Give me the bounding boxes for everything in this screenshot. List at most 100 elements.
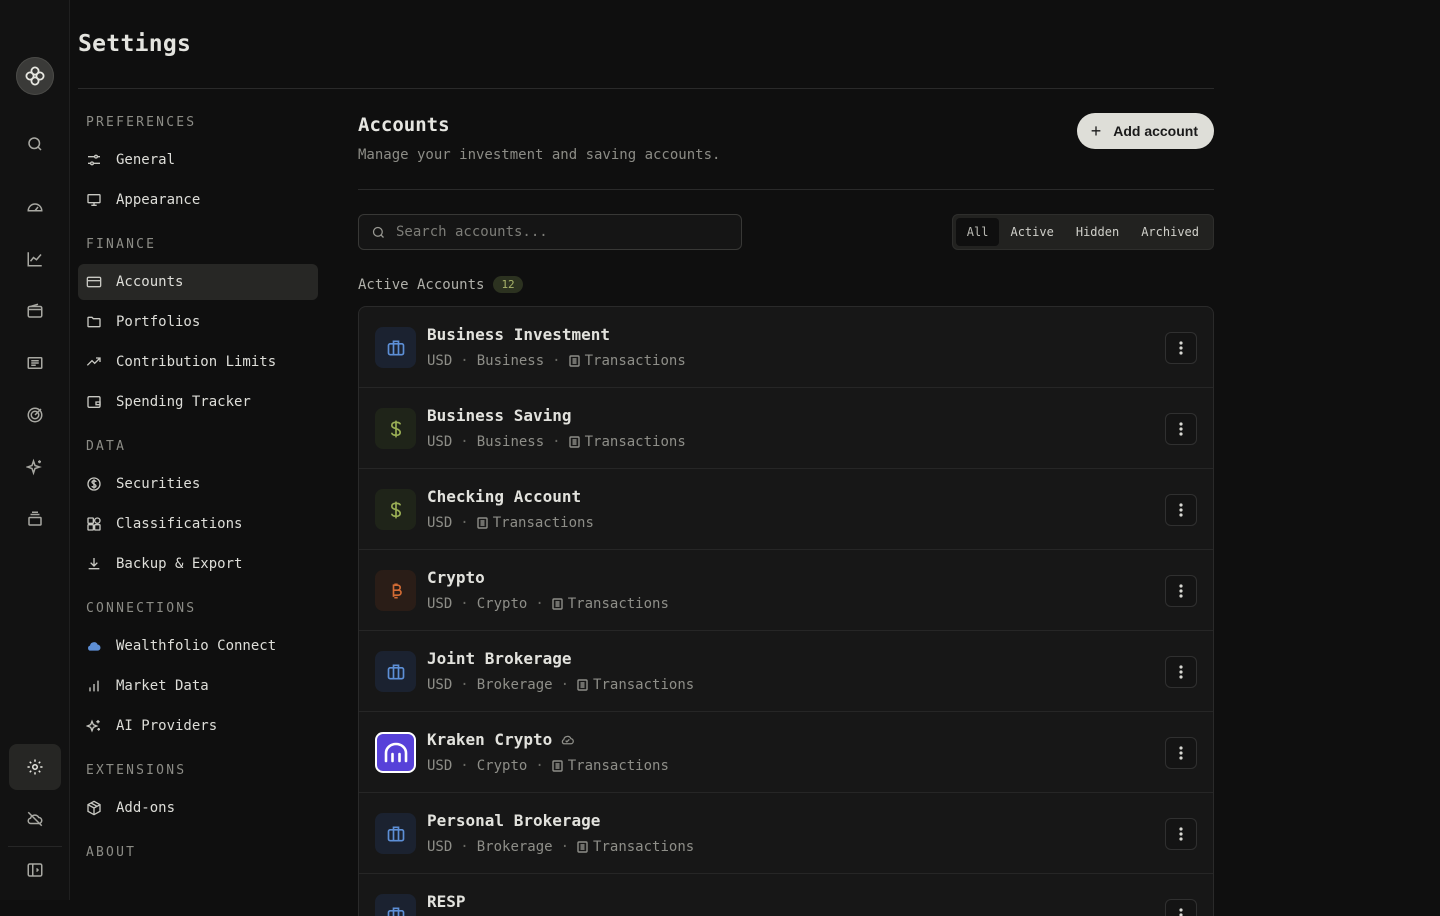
list-title: Active Accounts (358, 276, 485, 293)
rail-search-button[interactable] (9, 121, 61, 167)
nav-section-preferences: PREFERENCES (86, 115, 197, 130)
more-vertical-icon (1179, 341, 1183, 355)
settings-nav: PREFERENCES General Appearance FINANCE A… (78, 104, 318, 872)
nav-item-ai-providers[interactable]: AI Providers (78, 708, 318, 744)
rail-ai-button[interactable] (9, 444, 61, 490)
nav-section-finance: FINANCE (86, 237, 157, 252)
briefcase-icon (375, 651, 416, 692)
filter-hidden[interactable]: Hidden (1065, 218, 1130, 246)
more-options-button[interactable] (1165, 575, 1197, 607)
transactions-icon (552, 598, 563, 610)
more-options-button[interactable] (1165, 413, 1197, 445)
folder-icon (86, 314, 102, 330)
transactions-icon (568, 355, 580, 367)
rail-sidebar-toggle[interactable] (9, 847, 61, 893)
transactions-icon (577, 679, 588, 691)
separator-dot: · (460, 596, 469, 612)
account-row[interactable]: RESP (359, 874, 1213, 916)
rail-dashboard-button[interactable] (9, 184, 61, 230)
filter-active[interactable]: Active (999, 218, 1064, 246)
transactions-link[interactable]: Transactions (493, 515, 594, 531)
nav-item-spending-tracker[interactable]: Spending Tracker (78, 384, 318, 420)
more-options-button[interactable] (1165, 332, 1197, 364)
account-row[interactable]: Checking Account USD · Transactions (359, 469, 1213, 550)
more-options-button[interactable] (1165, 656, 1197, 688)
rail-settings-button[interactable] (9, 744, 61, 790)
more-options-button[interactable] (1165, 818, 1197, 850)
monitor-icon (86, 192, 102, 208)
separator-dot: · (560, 839, 570, 855)
account-meta: USD · Brokerage · Transactions (427, 839, 694, 855)
rail-wallet-button[interactable] (9, 288, 61, 334)
nav-item-add-ons[interactable]: Add-ons (78, 790, 318, 826)
nav-item-label: Securities (116, 476, 201, 492)
nav-item-securities[interactable]: Securities (78, 466, 318, 502)
filter-archived[interactable]: Archived (1130, 218, 1210, 246)
more-options-button[interactable] (1165, 737, 1197, 769)
account-meta: USD · Business · Transactions (427, 434, 686, 450)
account-row[interactable]: Business Saving USD · Business · Transac… (359, 388, 1213, 469)
nav-item-market-data[interactable]: Market Data (78, 668, 318, 704)
nav-item-label: Classifications (116, 516, 243, 532)
account-row[interactable]: Business Investment USD · Business · Tra… (359, 307, 1213, 388)
cloud-sync-icon (562, 735, 575, 744)
bitcoin-icon (375, 570, 416, 611)
account-row[interactable]: Joint Brokerage USD · Brokerage · Transa… (359, 631, 1213, 712)
transactions-link[interactable]: Transactions (593, 839, 694, 855)
dollar-circle-icon (86, 476, 102, 492)
rail-performance-button[interactable] (9, 236, 61, 282)
account-row[interactable]: Crypto USD · Crypto · Transactions (359, 550, 1213, 631)
add-account-button[interactable]: + Add account (1076, 113, 1214, 149)
card-icon (86, 274, 102, 290)
nav-item-appearance[interactable]: Appearance (78, 182, 318, 218)
transactions-icon (477, 517, 488, 529)
nav-item-backup-export[interactable]: Backup & Export (78, 546, 318, 582)
receipt-wallet-icon (86, 394, 102, 410)
rail-goals-button[interactable] (9, 392, 61, 438)
nav-section-about: ABOUT (86, 845, 137, 860)
rail-stack-button[interactable] (9, 496, 61, 542)
performance-icon (27, 252, 42, 267)
account-group: Brokerage (476, 677, 553, 693)
nav-item-general[interactable]: General (78, 142, 318, 178)
transactions-link[interactable]: Transactions (568, 596, 669, 612)
nav-item-accounts[interactable]: Accounts (78, 264, 318, 300)
transactions-link[interactable]: Transactions (568, 758, 669, 774)
separator-dot: · (460, 758, 469, 774)
search-icon (372, 226, 384, 238)
account-currency: USD (427, 353, 453, 369)
account-row[interactable]: Kraken Crypto USD · Crypto · Transaction… (359, 712, 1213, 793)
nav-item-portfolios[interactable]: Portfolios (78, 304, 318, 340)
nav-item-contribution-limits[interactable]: Contribution Limits (78, 344, 318, 380)
rail-activity-button[interactable] (9, 340, 61, 386)
transactions-link[interactable]: Transactions (585, 434, 686, 450)
filter-all[interactable]: All (955, 218, 1000, 246)
bar-chart-icon (86, 678, 102, 694)
dollar-icon (375, 408, 416, 449)
account-currency: USD (427, 515, 453, 531)
filter-tabs: All Active Hidden Archived (951, 214, 1214, 250)
more-options-button[interactable] (1165, 494, 1197, 526)
separator-dot: · (552, 353, 561, 369)
more-vertical-icon (1179, 422, 1183, 436)
account-row[interactable]: Personal Brokerage USD · Brokerage · Tra… (359, 793, 1213, 874)
page-title: Settings (78, 31, 192, 57)
more-options-button[interactable] (1165, 899, 1197, 916)
nav-item-classifications[interactable]: Classifications (78, 506, 318, 542)
account-name: Joint Brokerage (427, 649, 572, 668)
briefcase-icon (375, 327, 416, 368)
account-currency: USD (427, 677, 453, 693)
transactions-link[interactable]: Transactions (585, 353, 686, 369)
separator-dot: · (535, 758, 544, 774)
account-group: Business (476, 434, 545, 450)
search-input[interactable] (396, 224, 716, 240)
count-badge: 12 (493, 276, 523, 293)
account-currency: USD (427, 839, 453, 855)
rail-offline-button[interactable] (9, 796, 61, 842)
transactions-link[interactable]: Transactions (593, 677, 694, 693)
nav-item-wealthfolio-connect[interactable]: Wealthfolio Connect (78, 628, 318, 664)
more-vertical-icon (1179, 584, 1183, 598)
plus-icon: + (1090, 120, 1102, 141)
app-logo[interactable] (16, 57, 54, 95)
account-name: Business Saving (427, 406, 572, 425)
